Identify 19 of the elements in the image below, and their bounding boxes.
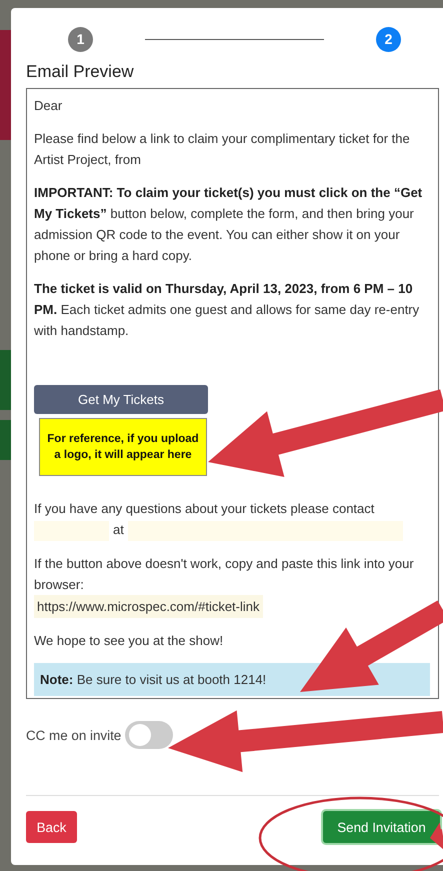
get-tickets-button[interactable]: Get My Tickets xyxy=(34,385,208,414)
logo-caption: For reference, if you upload a logo, it will appear here xyxy=(46,432,200,463)
cc-label: CC me on invite xyxy=(26,728,122,742)
dialog-title: Email Preview xyxy=(26,62,135,82)
email-paragraph: IMPORTANT: To claim your ticket(s) you must click on the “Get My Tickets” button below, complete the form, and then bring your admission QR code to the event. You can either show it on your phone or bring a hard copy. xyxy=(34,184,424,265)
email-paragraph: The ticket is valid on Thursday, April 13, 2023, from 6 PM – 10 PM. Each ticket admits one guest and allows for same day re-entry with handstamp. xyxy=(34,280,420,340)
email-paragraph: We hope to see you at the show! xyxy=(34,632,224,650)
step-indicator: 1 xyxy=(68,26,93,52)
ticket-link[interactable]: https://www.microspec.com/#ticket-link xyxy=(34,594,263,618)
email-paragraph: Dear xyxy=(34,97,64,115)
annotation-arrow xyxy=(430,822,443,850)
step-indicator: 2 xyxy=(376,26,401,52)
email-paragraph: If the button above doesn't work, copy and paste this link into your browser: xyxy=(34,554,415,594)
email-paragraph: If you have any questions about your tickets please contact xyxy=(34,501,374,516)
email-text: at xyxy=(113,522,124,537)
send-button[interactable]: Send Invitation xyxy=(323,811,440,843)
email-paragraph: Please find below a link to claim your complimentary ticket for the Artist Project, from xyxy=(34,130,411,169)
back-button[interactable]: Back xyxy=(26,811,77,843)
cc-toggle[interactable] xyxy=(125,721,174,749)
